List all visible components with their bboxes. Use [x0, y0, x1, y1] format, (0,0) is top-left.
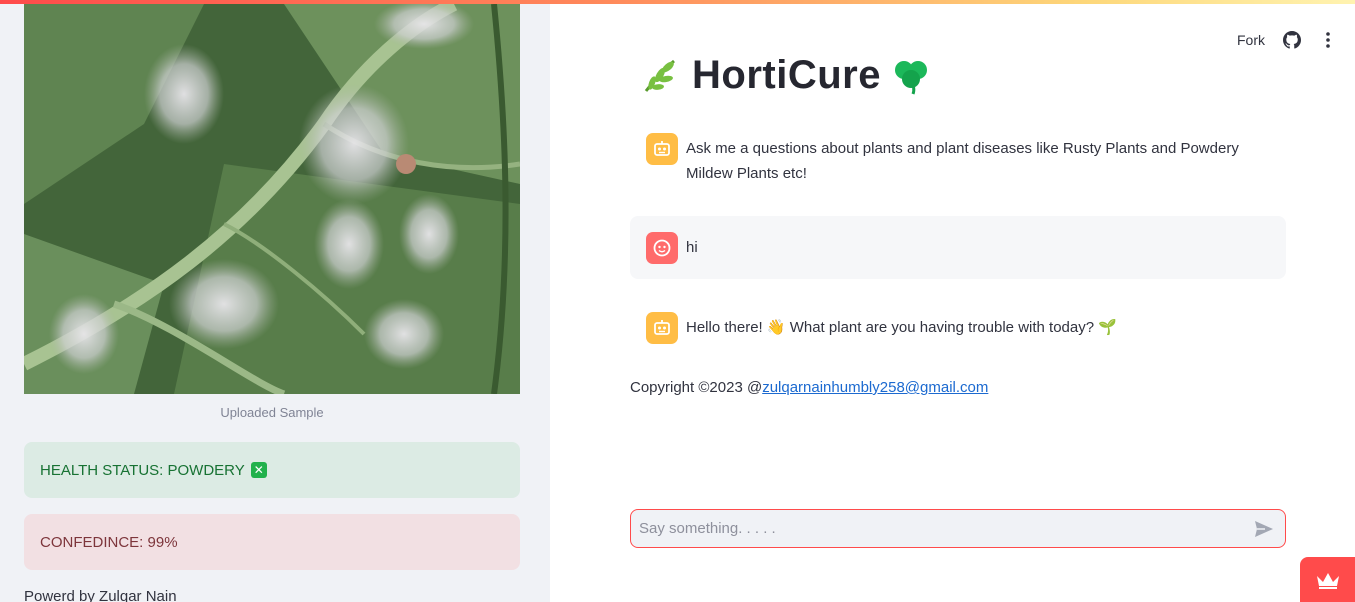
shamrock-icon: [891, 55, 931, 95]
send-icon[interactable]: [1253, 518, 1275, 540]
fork-button[interactable]: Fork: [1237, 32, 1265, 48]
chat-message-user: hi: [630, 216, 1286, 279]
chat-input[interactable]: [639, 520, 1253, 537]
image-caption: Uploaded Sample: [220, 405, 324, 420]
copyright-prefix: Copyright ©2023 @: [630, 379, 763, 396]
x-box-icon: ✕: [250, 462, 267, 478]
health-status-alert: HEALTH STATUS: POWDERY ✕: [24, 442, 520, 498]
title-text: HortiCure: [692, 52, 881, 97]
github-icon[interactable]: [1283, 31, 1301, 49]
message-text: Ask me a questions about plants and plan…: [686, 140, 1239, 182]
streamlit-crown-badge[interactable]: [1300, 557, 1355, 602]
toolbar: Fork: [1237, 28, 1337, 52]
user-avatar-icon: [646, 231, 678, 264]
confidence-alert: CONFEDINCE: 99%: [24, 514, 520, 570]
leaf-image-icon: [24, 4, 520, 394]
powered-by-text: Powerd by Zulqar Nain: [24, 588, 177, 602]
uploaded-sample-image: [24, 4, 520, 394]
sidebar: Uploaded Sample HEALTH STATUS: POWDERY ✕…: [0, 0, 550, 602]
chat-message-assistant: Ask me a questions about plants and plan…: [630, 133, 1286, 186]
herb-icon: [640, 55, 680, 95]
copyright-line: Copyright ©2023 @zulqarnainhumbly258@gma…: [630, 379, 988, 396]
message-text: Hello there! 👋 What plant are you having…: [686, 319, 1117, 336]
health-status-text: HEALTH STATUS: POWDERY: [40, 461, 245, 479]
bot-avatar-icon: [646, 133, 678, 165]
bot-avatar-icon: [646, 312, 678, 344]
page-title: HortiCure: [640, 50, 931, 100]
chat-message-assistant: Hello there! 👋 What plant are you having…: [630, 312, 1286, 344]
top-decoration-stripe: [0, 0, 1355, 4]
message-text: hi: [686, 239, 698, 256]
main-content: Fork HortiCure Ask me a questions about …: [550, 0, 1355, 602]
chat-input-box[interactable]: [630, 509, 1286, 548]
kebab-menu-icon[interactable]: [1319, 31, 1337, 49]
email-link[interactable]: zulqarnainhumbly258@gmail.com: [762, 379, 988, 396]
confidence-text: CONFEDINCE: 99%: [40, 533, 178, 551]
crown-icon: [1316, 572, 1339, 589]
